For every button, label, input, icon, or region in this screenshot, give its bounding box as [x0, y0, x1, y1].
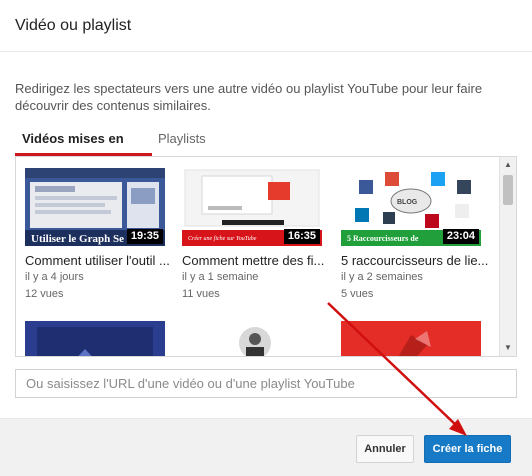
video-thumbnail[interactable] [25, 321, 165, 356]
dialog-header: Vidéo ou playlist [0, 0, 532, 52]
tab-playlists[interactable]: Playlists [158, 128, 206, 156]
video-thumbnail[interactable] [182, 321, 322, 356]
video-date: il y a 4 jours [25, 271, 84, 283]
scroll-up-arrow-icon[interactable]: ▲ [500, 158, 516, 172]
duration-badge: 19:35 [126, 229, 163, 244]
tab-uploads[interactable]: Vidéos mises en ligne [15, 128, 152, 168]
thumbnail-caption: Utiliser le Graph Se [31, 233, 124, 245]
source-tabs: Vidéos mises en ligne Playlists [15, 128, 517, 168]
video-thumbnail[interactable]: Créer une fiche sur YouTube 16:35 [182, 168, 322, 246]
video-thumbnail[interactable]: Utiliser le Graph Se 19:35 [25, 168, 165, 246]
video-title[interactable]: 5 raccourcisseurs de lie... [341, 253, 491, 268]
dialog-footer: Annuler Créer la fiche [0, 418, 532, 476]
cancel-button[interactable]: Annuler [356, 435, 414, 463]
video-views: 11 vues [182, 288, 220, 300]
video-thumbnail[interactable]: BLOG 5 Raccourcisseurs de 23:04 [341, 168, 481, 246]
video-views: 12 vues [25, 288, 64, 300]
dialog-title: Vidéo ou playlist [15, 17, 132, 34]
dialog-description: Redirigez les spectateurs vers une autre… [15, 81, 483, 113]
create-card-button[interactable]: Créer la fiche [424, 435, 511, 463]
duration-badge: 16:35 [283, 229, 320, 244]
video-date: il y a 1 semaine [182, 271, 259, 283]
duration-badge: 23:04 [442, 229, 479, 244]
video-title[interactable]: Comment utiliser l'outil ... [25, 253, 175, 268]
video-date: il y a 2 semaines [341, 271, 423, 283]
video-views: 5 vues [341, 288, 374, 300]
scroll-thumb[interactable] [503, 175, 513, 205]
video-title[interactable]: Comment mettre des fi... [182, 253, 332, 268]
thumbnail-badge: BLOG [397, 199, 418, 206]
thumbnail-caption: Créer une fiche sur YouTube [188, 235, 257, 242]
video-thumbnail[interactable] [341, 321, 481, 356]
grid-scrollbar[interactable]: ▲ ▼ [499, 157, 516, 356]
video-grid: Utiliser le Graph Se 19:35 Comment utili… [15, 156, 517, 357]
video-url-input[interactable] [15, 369, 517, 398]
scroll-down-arrow-icon[interactable]: ▼ [500, 341, 516, 355]
thumbnail-caption: 5 Raccourcisseurs de [347, 234, 419, 243]
